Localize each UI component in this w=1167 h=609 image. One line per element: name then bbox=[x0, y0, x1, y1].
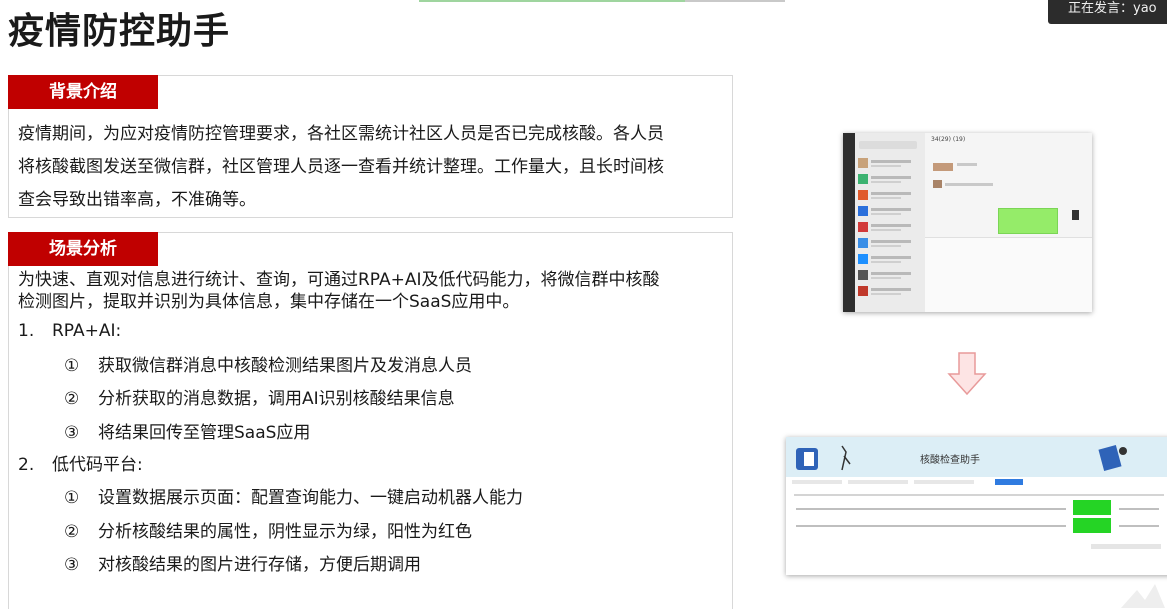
section-heading-lowcode: 2. 低代码平台: bbox=[18, 454, 143, 476]
shared-window-strip bbox=[419, 0, 785, 2]
app-filter bbox=[914, 480, 974, 484]
list-item bbox=[858, 157, 922, 171]
scene-intro-line: 为快速、直观对信息进行统计、查询，可通过RPA+AI及低代码能力，将微信群中核酸 bbox=[18, 270, 660, 290]
list-item: ③ 将结果回传至管理SaaS应用 bbox=[64, 422, 310, 444]
background-text: 疫情期间，为应对疫情防控管理要求，各社区需统计社区人员是否已完成核酸。各人员 将… bbox=[18, 118, 724, 217]
item-marker: ① bbox=[64, 356, 80, 376]
list-item: ③ 对核酸结果的图片进行存储，方便后期调用 bbox=[64, 554, 421, 576]
illustration-icon bbox=[1098, 445, 1127, 471]
negative-result-cell bbox=[1073, 500, 1111, 515]
page-title: 疫情防控助手 bbox=[8, 11, 231, 52]
negative-result-cell bbox=[1073, 518, 1111, 533]
list-item bbox=[858, 269, 922, 283]
list-item bbox=[858, 237, 922, 251]
background-tag: 背景介绍 bbox=[8, 75, 158, 109]
item-text: 分析核酸结果的属性，阴性显示为绿，阳性为红色 bbox=[98, 522, 472, 542]
list-item bbox=[858, 189, 922, 203]
table-row bbox=[1119, 525, 1159, 527]
item-marker: ③ bbox=[64, 555, 80, 575]
wechat-chat-title: 34(29) (19) bbox=[931, 136, 966, 143]
scene-intro-line: 检测图片，提取并识别为具体信息，集中存储在一个SaaS应用中。 bbox=[18, 292, 520, 312]
table-row bbox=[1119, 508, 1159, 510]
background-panel: 背景介绍 疫情期间，为应对疫情防控管理要求，各社区需统计社区人员是否已完成核酸。… bbox=[8, 75, 733, 218]
app-search-button bbox=[995, 479, 1023, 485]
item-text: 对核酸结果的图片进行存储，方便后期调用 bbox=[98, 555, 421, 575]
list-item: ① 获取微信群消息中核酸检测结果图片及发消息人员 bbox=[64, 355, 472, 377]
background-line: 疫情期间，为应对疫情防控管理要求，各社区需统计社区人员是否已完成核酸。各人员 bbox=[18, 124, 664, 144]
item-text: 将结果回传至管理SaaS应用 bbox=[98, 423, 311, 443]
item-text: 分析获取的消息数据，调用AI识别核酸结果信息 bbox=[98, 389, 455, 409]
list-item bbox=[858, 285, 922, 299]
table-row bbox=[796, 525, 1066, 527]
background-line: 查会导致出错率高，不准确等。 bbox=[18, 190, 256, 210]
section-heading-rpa: 1. RPA+AI: bbox=[18, 320, 121, 342]
wechat-input-area bbox=[925, 238, 1092, 312]
section-title: RPA+AI: bbox=[52, 321, 122, 341]
section-number: 2. bbox=[18, 455, 35, 475]
section-title: 低代码平台: bbox=[52, 455, 143, 475]
item-marker: ② bbox=[64, 389, 80, 409]
list-item bbox=[858, 253, 922, 267]
wechat-chat-list bbox=[855, 133, 925, 312]
chat-message bbox=[945, 183, 993, 186]
section-number: 1. bbox=[18, 321, 35, 341]
list-item bbox=[858, 221, 922, 235]
item-marker: ① bbox=[64, 488, 80, 508]
item-text: 获取微信群消息中核酸检测结果图片及发消息人员 bbox=[98, 356, 472, 376]
scene-tag: 场景分析 bbox=[8, 232, 158, 266]
table-header bbox=[794, 494, 1164, 496]
wechat-sidebar bbox=[843, 133, 855, 312]
chat-avatar bbox=[1072, 210, 1079, 220]
list-item: ① 设置数据展示页面：配置查询能力、一键启动机器人能力 bbox=[64, 487, 523, 509]
list-item bbox=[858, 205, 922, 219]
app-screenshot: 核酸检查助手 bbox=[786, 437, 1167, 575]
illustration-icon bbox=[796, 445, 851, 471]
item-marker: ② bbox=[64, 522, 80, 542]
scene-intro: 为快速、直观对信息进行统计、查询，可通过RPA+AI及低代码能力，将微信群中核酸… bbox=[18, 269, 724, 313]
app-pagination bbox=[1091, 544, 1161, 549]
table-row bbox=[796, 508, 1066, 510]
chat-avatar bbox=[933, 180, 942, 188]
speaking-indicator: 正在发言：yao bbox=[1048, 0, 1167, 24]
list-item bbox=[858, 173, 922, 187]
chat-message-bubble bbox=[998, 208, 1058, 234]
chat-avatar bbox=[933, 163, 953, 171]
wechat-screenshot: 34(29) (19) bbox=[843, 133, 1092, 312]
decoration-icon bbox=[1121, 584, 1165, 608]
list-item: ② 分析获取的消息数据，调用AI识别核酸结果信息 bbox=[64, 388, 455, 410]
wechat-search-box bbox=[859, 141, 917, 149]
app-title: 核酸检查助手 bbox=[920, 455, 980, 466]
chat-message bbox=[957, 163, 977, 166]
app-filter bbox=[792, 480, 842, 484]
item-marker: ③ bbox=[64, 423, 80, 443]
arrow-down-icon bbox=[947, 352, 987, 396]
app-filter bbox=[848, 480, 908, 484]
scene-panel: 场景分析 为快速、直观对信息进行统计、查询，可通过RPA+AI及低代码能力，将微… bbox=[8, 232, 733, 609]
list-item: ② 分析核酸结果的属性，阴性显示为绿，阳性为红色 bbox=[64, 521, 472, 543]
item-text: 设置数据展示页面：配置查询能力、一键启动机器人能力 bbox=[98, 488, 523, 508]
background-line: 将核酸截图发送至微信群，社区管理人员逐一查看并统计整理。工作量大，且长时间核 bbox=[18, 157, 664, 177]
